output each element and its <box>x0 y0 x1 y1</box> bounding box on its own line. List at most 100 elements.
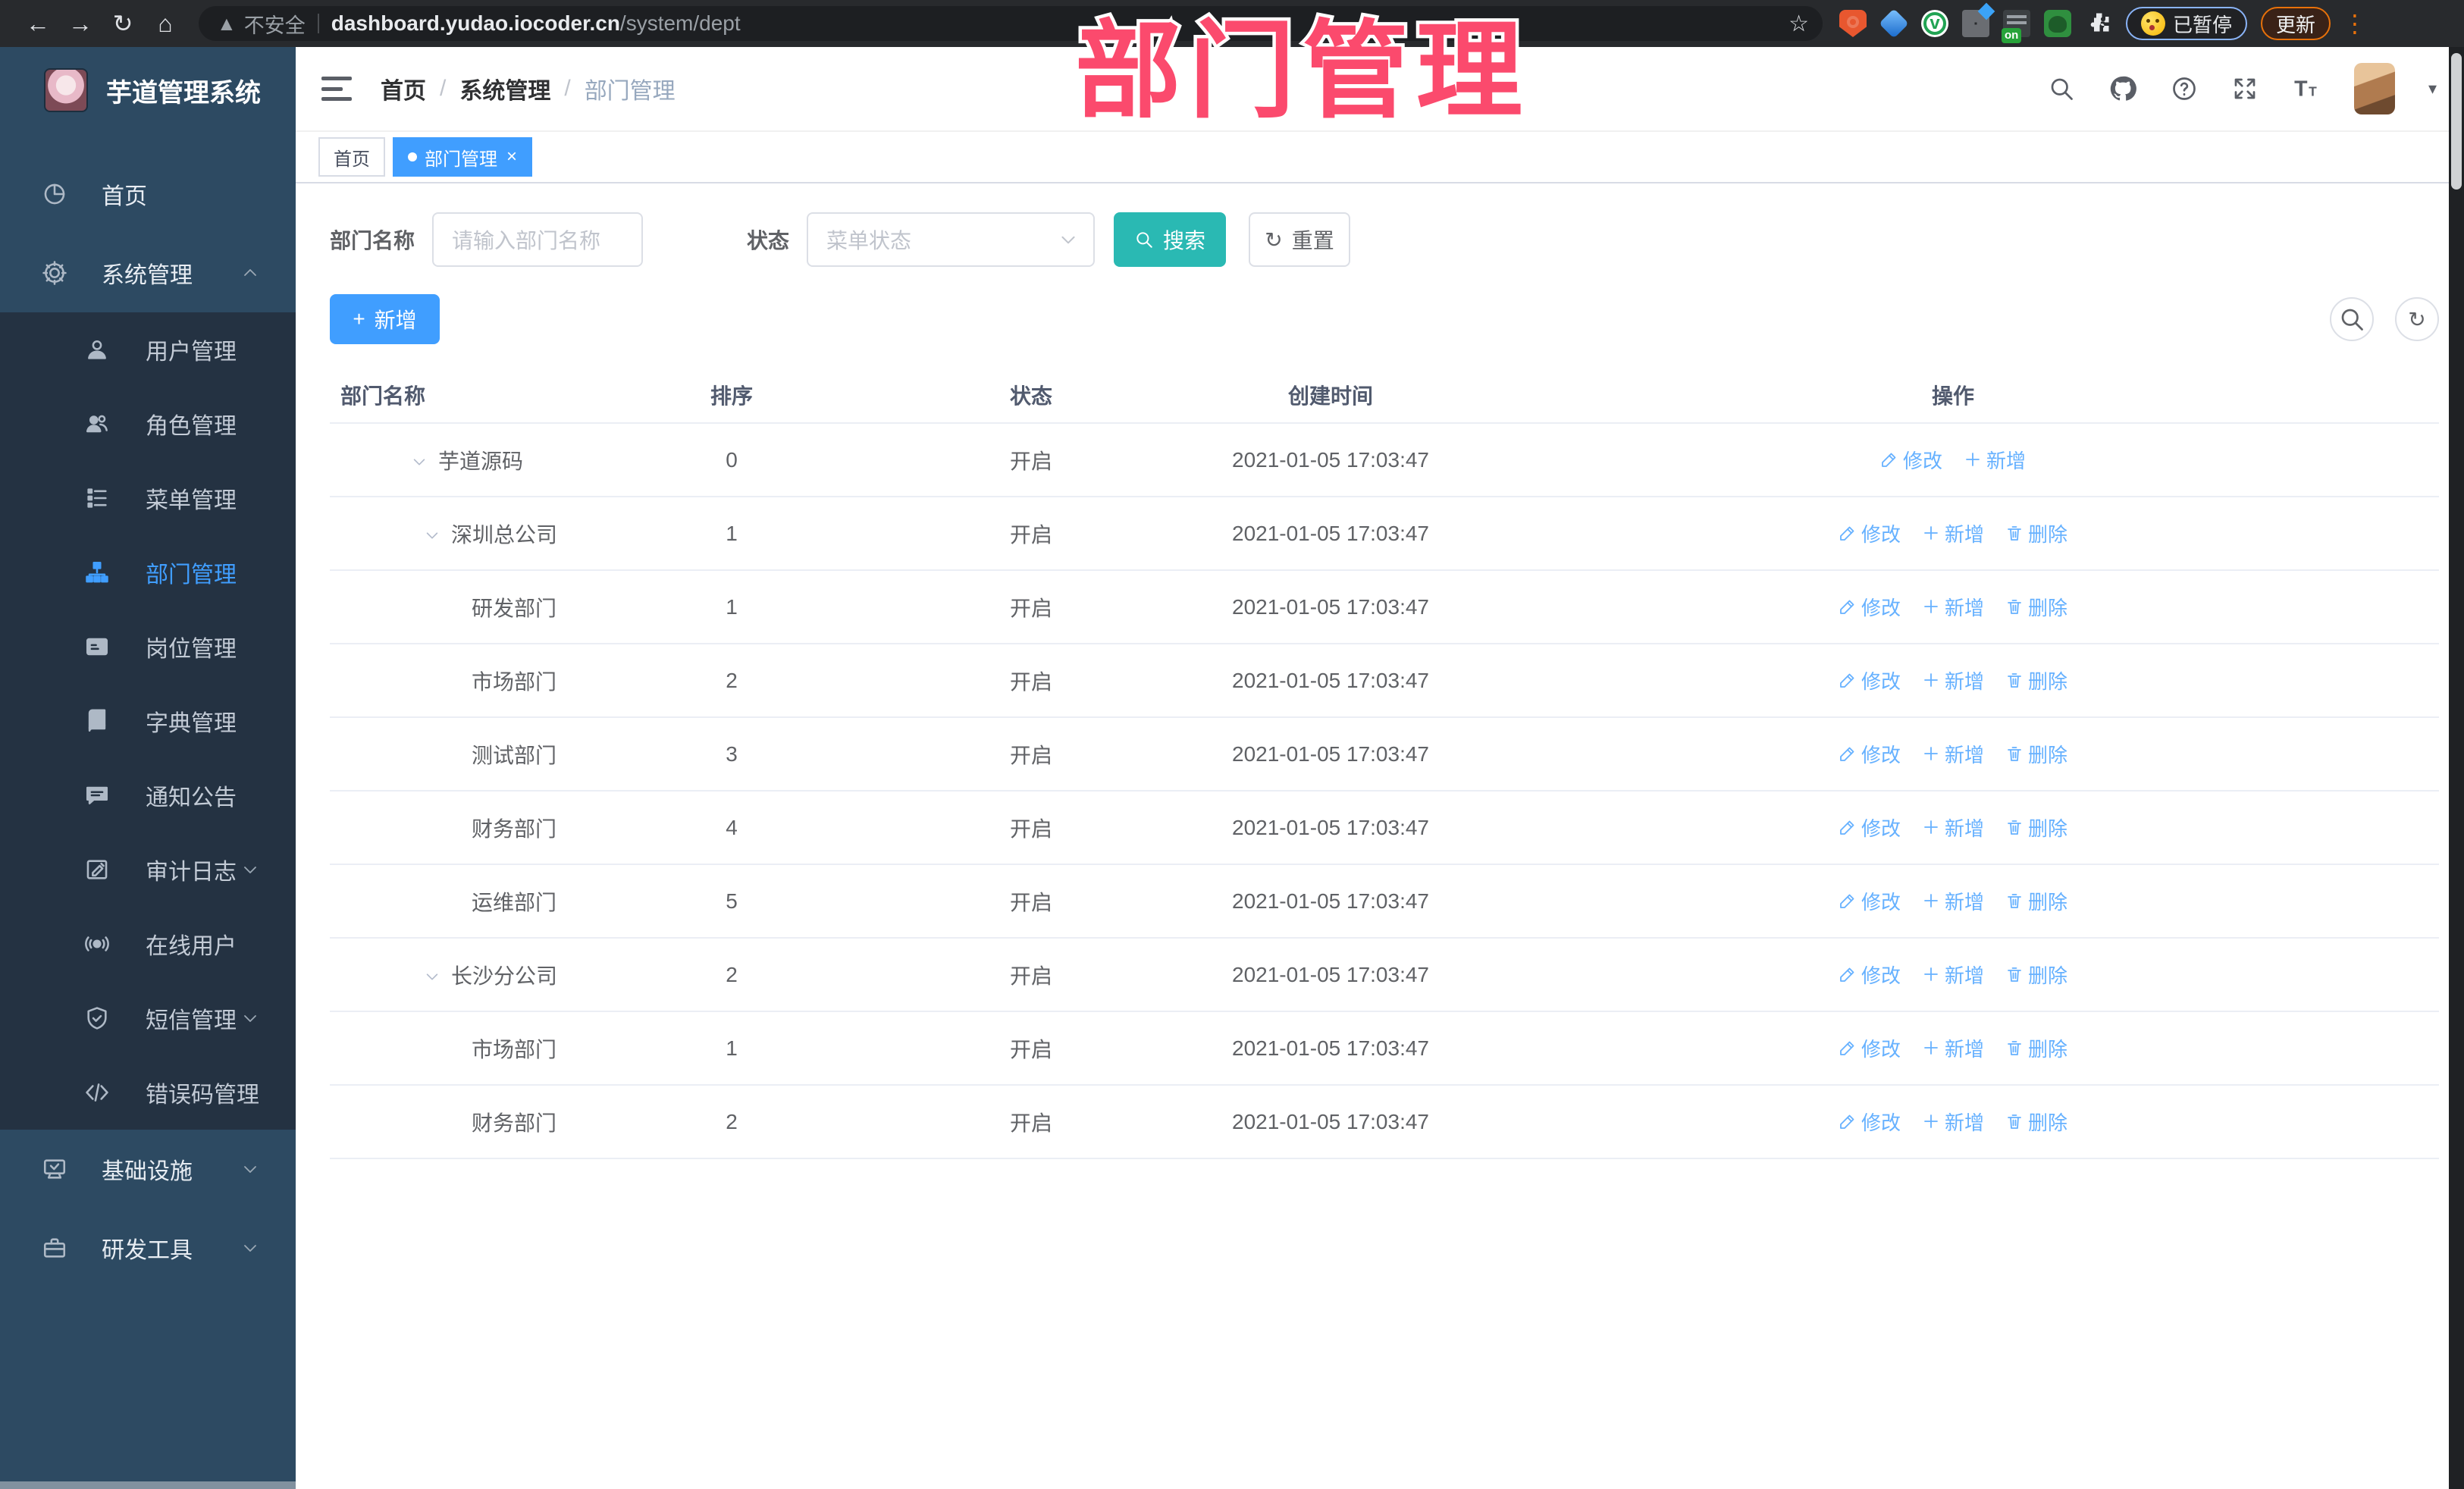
refresh-table-button[interactable]: ↻ <box>2395 297 2439 341</box>
created-time-cell: 2021-01-05 17:03:47 <box>1194 791 1467 865</box>
row-add-link[interactable]: 新增 <box>1922 887 1984 915</box>
sidebar-item-部门管理[interactable]: 部门管理 <box>0 535 296 610</box>
row-edit-link[interactable]: 修改 <box>1839 740 1901 768</box>
dept-name-input[interactable]: 请输入部门名称 <box>432 212 644 267</box>
row-add-link[interactable]: 新增 <box>1922 813 1984 842</box>
tab-部门管理[interactable]: 部门管理 × <box>393 137 533 177</box>
sidebar-item-在线用户[interactable]: 在线用户 <box>0 907 296 981</box>
row-add-link[interactable]: 新增 <box>1922 961 1984 989</box>
row-add-link[interactable]: 新增 <box>1964 446 2026 474</box>
row-add-link[interactable]: 新增 <box>1922 1108 1984 1136</box>
sidebar-item-系统管理[interactable]: 系统管理 <box>0 234 296 312</box>
switch-extension-icon[interactable]: on <box>2002 10 2030 43</box>
row-edit-link[interactable]: 修改 <box>1839 593 1901 621</box>
sidebar-item-菜单管理[interactable]: 菜单管理 <box>0 461 296 535</box>
row-delete-link[interactable]: 删除 <box>2005 961 2067 989</box>
expand-caret-icon[interactable] <box>411 453 431 470</box>
row-add-link[interactable]: 新增 <box>1922 740 1984 768</box>
add-button[interactable]: + 新增 <box>330 294 440 344</box>
header-search-icon[interactable] <box>2048 75 2075 102</box>
breadcrumb-item[interactable]: 首页 <box>381 72 426 105</box>
back-icon[interactable]: ← <box>17 10 59 38</box>
row-edit-link[interactable]: 修改 <box>1839 813 1901 842</box>
browser-menu-icon[interactable]: ⋮ <box>2343 9 2367 38</box>
sidebar-item-短信管理[interactable]: 短信管理 <box>0 981 296 1055</box>
tab-首页[interactable]: 首页 <box>318 137 385 177</box>
home-icon[interactable]: ⌂ <box>144 10 187 38</box>
row-delete-link[interactable]: 删除 <box>2005 813 2067 842</box>
app-logo <box>44 68 88 112</box>
row-delete-link[interactable]: 删除 <box>2005 887 2067 915</box>
row-edit-link[interactable]: 修改 <box>1839 519 1901 547</box>
row-delete-link[interactable]: 删除 <box>2005 740 2067 768</box>
sidebar-item-通知公告[interactable]: 通知公告 <box>0 758 296 832</box>
status-cell: 开启 <box>868 938 1194 1012</box>
sidebar-item-研发工具[interactable]: 研发工具 <box>0 1208 296 1287</box>
close-tab-icon[interactable]: × <box>506 146 517 168</box>
row-delete-link[interactable]: 删除 <box>2005 519 2067 547</box>
breadcrumb-item[interactable]: 系统管理 <box>459 72 550 105</box>
address-bar[interactable]: ▲ 不安全 dashboard.yudao.iocoder.cn/system/… <box>199 6 1823 41</box>
tab-bar: 首页 部门管理 × <box>296 132 2464 183</box>
page-scrollbar[interactable] <box>2449 47 2464 1489</box>
user-avatar[interactable] <box>2353 63 2395 114</box>
horizontal-scrollbar[interactable] <box>0 1481 296 1489</box>
row-delete-link[interactable]: 删除 <box>2005 1108 2067 1136</box>
row-edit-link[interactable]: 修改 <box>1839 666 1901 694</box>
avatar-caret-icon[interactable]: ▾ <box>2428 79 2437 99</box>
browser-profile-chip[interactable]: 已暂停 <box>2126 7 2248 40</box>
forward-icon[interactable]: → <box>59 10 102 38</box>
gem-extension-icon[interactable] <box>1879 8 1909 39</box>
ublock-extension-icon[interactable] <box>1839 10 1867 37</box>
row-edit-link[interactable]: 修改 <box>1839 1108 1901 1136</box>
bookmark-star-icon[interactable]: ☆ <box>1788 11 1809 37</box>
actions-cell: 修改 新增 删除 <box>1467 644 2439 718</box>
sort-cell: 5 <box>595 864 868 939</box>
sidebar-item-首页[interactable]: 首页 <box>0 155 296 234</box>
sidebar-item-label: 短信管理 <box>146 1008 237 1033</box>
tampermonkey-extension-icon[interactable] <box>2044 10 2071 37</box>
hamburger-icon[interactable] <box>321 77 352 101</box>
app-header: 首页 / 系统管理 / 部门管理 TT ▾ <box>296 47 2464 132</box>
reload-icon[interactable]: ↻ <box>102 9 144 38</box>
row-edit-link[interactable]: 修改 <box>1839 961 1901 989</box>
fullscreen-icon[interactable] <box>2231 75 2259 102</box>
scrollbar-thumb[interactable] <box>2451 53 2462 190</box>
sidebar-item-错误码管理[interactable]: 错误码管理 <box>0 1055 296 1130</box>
green-check-extension-icon[interactable]: v <box>1921 10 1948 37</box>
sidebar-item-岗位管理[interactable]: 岗位管理 <box>0 610 296 684</box>
puzzle-extensions-icon[interactable] <box>2085 10 2112 37</box>
grid-extension-icon[interactable] <box>1962 10 1989 37</box>
toggle-search-button[interactable] <box>2330 297 2374 341</box>
status-select[interactable]: 菜单状态 <box>807 212 1096 267</box>
sidebar-item-审计日志[interactable]: 审计日志 <box>0 832 296 907</box>
sidebar-item-用户管理[interactable]: 用户管理 <box>0 312 296 387</box>
sidebar-item-基础设施[interactable]: 基础设施 <box>0 1130 296 1208</box>
created-time-cell: 2021-01-05 17:03:47 <box>1194 644 1467 718</box>
github-icon[interactable] <box>2108 74 2137 103</box>
row-add-link[interactable]: 新增 <box>1922 1034 1984 1062</box>
font-size-icon[interactable]: TT <box>2292 74 2321 103</box>
expand-caret-icon[interactable] <box>424 527 444 544</box>
dept-name-label: 部门名称 <box>330 229 415 252</box>
row-add-link[interactable]: 新增 <box>1922 593 1984 621</box>
help-icon[interactable] <box>2171 75 2198 102</box>
row-add-link[interactable]: 新增 <box>1922 519 1984 547</box>
search-icon <box>1134 230 1154 249</box>
reset-button[interactable]: ↻ 重置 <box>1249 212 1351 267</box>
sidebar-item-角色管理[interactable]: 角色管理 <box>0 387 296 461</box>
dept-name: 深圳总公司 <box>450 522 557 547</box>
row-delete-link[interactable]: 删除 <box>2005 593 2067 621</box>
row-add-link[interactable]: 新增 <box>1922 666 1984 694</box>
search-button[interactable]: 搜索 <box>1114 212 1227 267</box>
row-delete-link[interactable]: 删除 <box>2005 1034 2067 1062</box>
row-edit-link[interactable]: 修改 <box>1880 446 1942 474</box>
row-edit-link[interactable]: 修改 <box>1839 1034 1901 1062</box>
sidebar-item-字典管理[interactable]: 字典管理 <box>0 684 296 758</box>
row-delete-link[interactable]: 删除 <box>2005 666 2067 694</box>
browser-update-button[interactable]: 更新 <box>2261 7 2331 40</box>
edit-icon <box>1839 744 1857 763</box>
expand-caret-icon[interactable] <box>424 968 444 985</box>
row-edit-link[interactable]: 修改 <box>1839 887 1901 915</box>
url-text: dashboard.yudao.iocoder.cn/system/dept <box>331 11 741 36</box>
